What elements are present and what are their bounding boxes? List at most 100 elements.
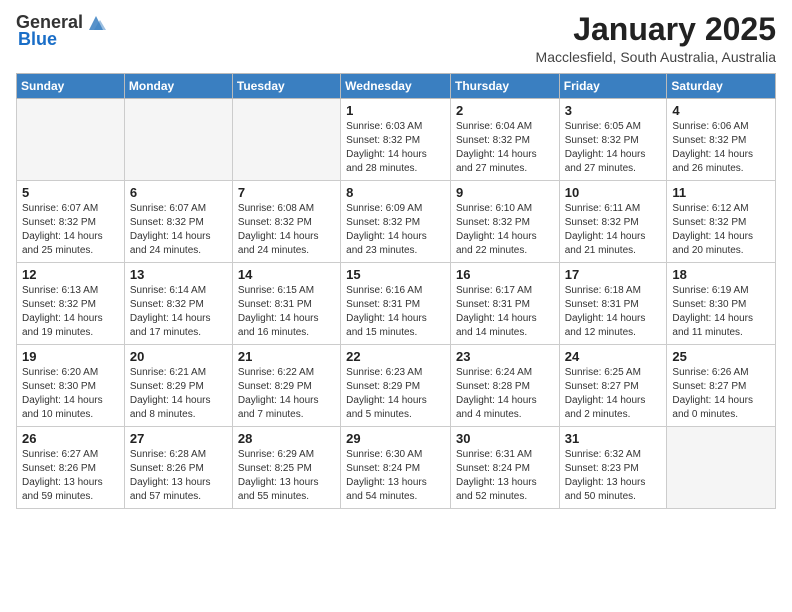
calendar-cell: 13 Sunrise: 6:14 AM Sunset: 8:32 PM Dayli… (124, 263, 232, 345)
calendar-cell (667, 427, 776, 509)
day-info: Sunrise: 6:28 AM Sunset: 8:26 PM Dayligh… (130, 448, 227, 504)
calendar-cell: 15 Sunrise: 6:16 AM Sunset: 8:31 PM Dayli… (341, 263, 451, 345)
day-number: 30 (456, 431, 554, 446)
day-info: Sunrise: 6:08 AM Sunset: 8:32 PM Dayligh… (238, 202, 335, 258)
day-info: Sunrise: 6:22 AM Sunset: 8:29 PM Dayligh… (238, 366, 335, 422)
day-number: 23 (456, 349, 554, 364)
calendar-cell: 11Sunrise: 6:12 AM Sunset: 8:32 PM Dayli… (667, 181, 776, 263)
calendar-cell (124, 99, 232, 181)
col-header-monday: Monday (124, 74, 232, 99)
day-number: 31 (565, 431, 662, 446)
day-number: 24 (565, 349, 662, 364)
day-info: Sunrise: 6:13 AM Sunset: 8:32 PM Dayligh… (22, 284, 119, 340)
day-number: 5 (22, 185, 119, 200)
day-info: Sunrise: 6:05 AM Sunset: 8:32 PM Dayligh… (565, 120, 662, 176)
calendar-cell: 31 Sunrise: 6:32 AM Sunset: 8:23 PM Dayli… (559, 427, 667, 509)
day-number: 1 (346, 103, 445, 118)
calendar-cell: 6 Sunrise: 6:07 AM Sunset: 8:32 PM Daylig… (124, 181, 232, 263)
day-number: 22 (346, 349, 445, 364)
calendar-cell: 26Sunrise: 6:27 AM Sunset: 8:26 PM Dayli… (17, 427, 125, 509)
calendar-cell: 28 Sunrise: 6:29 AM Sunset: 8:25 PM Dayli… (232, 427, 340, 509)
day-number: 4 (672, 103, 770, 118)
calendar-cell: 17 Sunrise: 6:18 AM Sunset: 8:31 PM Dayli… (559, 263, 667, 345)
logo-blue-text: Blue (18, 30, 57, 50)
calendar-week-row: 12 Sunrise: 6:13 AM Sunset: 8:32 PM Dayli… (17, 263, 776, 345)
day-number: 17 (565, 267, 662, 282)
day-info: Sunrise: 6:32 AM Sunset: 8:23 PM Dayligh… (565, 448, 662, 504)
day-number: 2 (456, 103, 554, 118)
day-number: 21 (238, 349, 335, 364)
calendar-cell: 21 Sunrise: 6:22 AM Sunset: 8:29 PM Dayli… (232, 345, 340, 427)
day-info: Sunrise: 6:14 AM Sunset: 8:32 PM Dayligh… (130, 284, 227, 340)
day-info: Sunrise: 6:31 AM Sunset: 8:24 PM Dayligh… (456, 448, 554, 504)
calendar-cell (232, 99, 340, 181)
calendar-cell: 16 Sunrise: 6:17 AM Sunset: 8:31 PM Dayli… (450, 263, 559, 345)
month-title: January 2025 (536, 12, 776, 47)
page: General Blue January 2025 Macclesfield, … (0, 0, 792, 612)
day-info: Sunrise: 6:10 AM Sunset: 8:32 PM Dayligh… (456, 202, 554, 258)
col-header-wednesday: Wednesday (341, 74, 451, 99)
day-number: 14 (238, 267, 335, 282)
day-number: 12 (22, 267, 119, 282)
calendar-table: SundayMondayTuesdayWednesdayThursdayFrid… (16, 73, 776, 509)
day-info: Sunrise: 6:07 AM Sunset: 8:32 PM Dayligh… (130, 202, 227, 258)
col-header-tuesday: Tuesday (232, 74, 340, 99)
calendar-cell: 3 Sunrise: 6:05 AM Sunset: 8:32 PM Daylig… (559, 99, 667, 181)
day-number: 27 (130, 431, 227, 446)
day-info: Sunrise: 6:23 AM Sunset: 8:29 PM Dayligh… (346, 366, 445, 422)
col-header-saturday: Saturday (667, 74, 776, 99)
day-number: 15 (346, 267, 445, 282)
day-info: Sunrise: 6:24 AM Sunset: 8:28 PM Dayligh… (456, 366, 554, 422)
calendar-cell: 10 Sunrise: 6:11 AM Sunset: 8:32 PM Dayli… (559, 181, 667, 263)
day-number: 25 (672, 349, 770, 364)
calendar-cell: 8 Sunrise: 6:09 AM Sunset: 8:32 PM Daylig… (341, 181, 451, 263)
day-number: 7 (238, 185, 335, 200)
calendar-week-row: 26Sunrise: 6:27 AM Sunset: 8:26 PM Dayli… (17, 427, 776, 509)
day-number: 8 (346, 185, 445, 200)
calendar-cell: 27 Sunrise: 6:28 AM Sunset: 8:26 PM Dayli… (124, 427, 232, 509)
day-info: Sunrise: 6:11 AM Sunset: 8:32 PM Dayligh… (565, 202, 662, 258)
day-number: 9 (456, 185, 554, 200)
calendar-cell: 4 Sunrise: 6:06 AM Sunset: 8:32 PM Daylig… (667, 99, 776, 181)
day-number: 6 (130, 185, 227, 200)
header: General Blue January 2025 Macclesfield, … (16, 12, 776, 65)
day-info: Sunrise: 6:09 AM Sunset: 8:32 PM Dayligh… (346, 202, 445, 258)
location: Macclesfield, South Australia, Australia (536, 49, 776, 65)
day-number: 11 (672, 185, 770, 200)
logo-icon (85, 12, 107, 34)
day-number: 3 (565, 103, 662, 118)
calendar-week-row: 19 Sunrise: 6:20 AM Sunset: 8:30 PM Dayli… (17, 345, 776, 427)
calendar-cell: 24 Sunrise: 6:25 AM Sunset: 8:27 PM Dayli… (559, 345, 667, 427)
col-header-sunday: Sunday (17, 74, 125, 99)
day-info: Sunrise: 6:27 AM Sunset: 8:26 PM Dayligh… (22, 448, 119, 504)
day-info: Sunrise: 6:26 AM Sunset: 8:27 PM Dayligh… (672, 366, 770, 422)
calendar-cell: 29Sunrise: 6:30 AM Sunset: 8:24 PM Dayli… (341, 427, 451, 509)
calendar-cell: 18Sunrise: 6:19 AM Sunset: 8:30 PM Dayli… (667, 263, 776, 345)
calendar-week-row: 1 Sunrise: 6:03 AM Sunset: 8:32 PM Daylig… (17, 99, 776, 181)
day-info: Sunrise: 6:07 AM Sunset: 8:32 PM Dayligh… (22, 202, 119, 258)
title-block: January 2025 Macclesfield, South Austral… (536, 12, 776, 65)
day-info: Sunrise: 6:25 AM Sunset: 8:27 PM Dayligh… (565, 366, 662, 422)
day-info: Sunrise: 6:16 AM Sunset: 8:31 PM Dayligh… (346, 284, 445, 340)
calendar-cell: 23 Sunrise: 6:24 AM Sunset: 8:28 PM Dayli… (450, 345, 559, 427)
calendar-cell: 14Sunrise: 6:15 AM Sunset: 8:31 PM Dayli… (232, 263, 340, 345)
calendar-cell: 7 Sunrise: 6:08 AM Sunset: 8:32 PM Daylig… (232, 181, 340, 263)
day-number: 10 (565, 185, 662, 200)
day-info: Sunrise: 6:29 AM Sunset: 8:25 PM Dayligh… (238, 448, 335, 504)
day-number: 13 (130, 267, 227, 282)
day-info: Sunrise: 6:21 AM Sunset: 8:29 PM Dayligh… (130, 366, 227, 422)
calendar-cell: 5 Sunrise: 6:07 AM Sunset: 8:32 PM Daylig… (17, 181, 125, 263)
day-number: 28 (238, 431, 335, 446)
calendar-cell: 25 Sunrise: 6:26 AM Sunset: 8:27 PM Dayli… (667, 345, 776, 427)
calendar-cell: 30 Sunrise: 6:31 AM Sunset: 8:24 PM Dayli… (450, 427, 559, 509)
calendar-cell: 9 Sunrise: 6:10 AM Sunset: 8:32 PM Daylig… (450, 181, 559, 263)
day-number: 16 (456, 267, 554, 282)
day-info: Sunrise: 6:06 AM Sunset: 8:32 PM Dayligh… (672, 120, 770, 176)
day-info: Sunrise: 6:18 AM Sunset: 8:31 PM Dayligh… (565, 284, 662, 340)
day-info: Sunrise: 6:03 AM Sunset: 8:32 PM Dayligh… (346, 120, 445, 176)
day-number: 19 (22, 349, 119, 364)
day-info: Sunrise: 6:17 AM Sunset: 8:31 PM Dayligh… (456, 284, 554, 340)
day-info: Sunrise: 6:20 AM Sunset: 8:30 PM Dayligh… (22, 366, 119, 422)
logo: General Blue (16, 12, 107, 50)
day-info: Sunrise: 6:19 AM Sunset: 8:30 PM Dayligh… (672, 284, 770, 340)
